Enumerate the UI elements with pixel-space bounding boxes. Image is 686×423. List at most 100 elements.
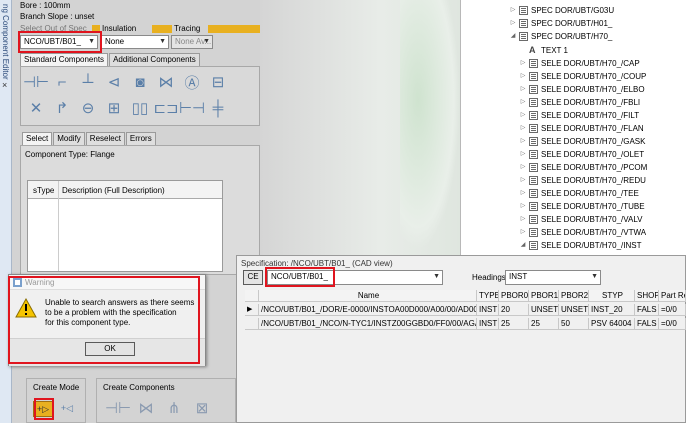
tree-item[interactable]: ▷ SELE DOR/UBT/H70_/TUBE xyxy=(519,200,685,213)
tree-item[interactable]: ▷ SELE DOR/UBT/H70_/VALV xyxy=(519,213,685,226)
table-cell[interactable]: PSV 64004 xyxy=(589,318,635,330)
insulation-combo[interactable]: None ▼ xyxy=(101,35,169,49)
selection-grid[interactable]: sType Description (Full Description) xyxy=(27,180,223,272)
table-cell[interactable]: INST_20 xyxy=(589,304,635,316)
table-cell[interactable]: FALS xyxy=(635,304,659,316)
tee-icon[interactable]: ┴ xyxy=(77,71,99,93)
expand-icon[interactable]: ▷ xyxy=(519,148,527,161)
table-cell[interactable]: INST xyxy=(477,304,499,316)
cap-icon[interactable]: ◙ xyxy=(129,71,151,93)
sele-icon xyxy=(529,163,538,172)
expand-icon[interactable]: ▷ xyxy=(519,83,527,96)
tab-modify[interactable]: Modify xyxy=(53,132,85,145)
expand-icon[interactable]: ▷ xyxy=(509,17,517,30)
tracing-combo[interactable]: None Av... ▼ xyxy=(171,35,213,49)
row-pointer-icon[interactable]: ▶ xyxy=(245,304,259,316)
olet-icon[interactable]: ⊞ xyxy=(103,97,125,119)
valve-icon[interactable]: ⋈ xyxy=(155,71,177,93)
table-cell[interactable]: 25 xyxy=(499,318,529,330)
flange-icon[interactable]: ⊣⊢ xyxy=(23,71,49,93)
expand-icon[interactable]: ▷ xyxy=(519,57,527,70)
tree-item[interactable]: ▷ SELE DOR/UBT/H70_/TEE xyxy=(519,187,685,200)
tree-item[interactable]: ▷ SELE DOR/UBT/H70_/CAP xyxy=(519,57,685,70)
expand-icon[interactable]: ▷ xyxy=(519,70,527,83)
elbow-icon[interactable]: ⌐ xyxy=(51,71,73,93)
table-cell[interactable]: INST xyxy=(477,318,499,330)
tree-item[interactable]: ▷ SELE DOR/UBT/H70_/VTWA xyxy=(519,226,685,239)
expand-icon[interactable]: ▷ xyxy=(519,96,527,109)
spacer-icon[interactable]: ╪ xyxy=(207,97,229,119)
table-cell[interactable]: /NCO/UBT/B01_/NCO/N-TYC1/INSTZ00GGBD0/FF… xyxy=(259,318,477,330)
gasket-icon[interactable]: ▯▯ xyxy=(129,97,151,119)
expand-icon[interactable]: ▷ xyxy=(519,226,527,239)
table-cell[interactable]: /NCO/UBT/B01_/DOR/E-0000/INSTOA00D000/A0… xyxy=(259,304,477,316)
tab-select[interactable]: Select xyxy=(22,132,53,145)
column-header-pbor0[interactable]: PBOR0 xyxy=(499,290,529,302)
blind-icon[interactable]: ⊏⊐ xyxy=(153,97,178,119)
sele-icon xyxy=(529,98,538,107)
create-before-icon[interactable]: +◁ xyxy=(57,401,77,417)
tree-item[interactable]: ▷ SELE DOR/UBT/H70_/PCOM xyxy=(519,161,685,174)
expand-icon[interactable]: ▷ xyxy=(509,4,517,17)
tree-item[interactable]: ▷ SELE DOR/UBT/H70_/OLET xyxy=(519,148,685,161)
tree-item[interactable]: ▷ SPEC DOR/UBT/G03U xyxy=(509,4,685,17)
create-valve-icon[interactable]: ⋈ xyxy=(135,397,157,419)
column-header-type[interactable]: TYPE xyxy=(477,290,499,302)
table-cell[interactable]: =0/0 xyxy=(659,318,686,330)
tree-item[interactable]: ▷ SELE DOR/UBT/H70_/FBLI xyxy=(519,96,685,109)
row-header[interactable] xyxy=(245,318,259,330)
table-cell[interactable]: UNSET xyxy=(529,304,559,316)
bend-icon[interactable]: ↱ xyxy=(51,97,73,119)
expand-icon[interactable]: ▷ xyxy=(519,122,527,135)
tree-item[interactable]: ▷ SELE DOR/UBT/H70_/GASK xyxy=(519,135,685,148)
table-cell[interactable]: FALS xyxy=(635,318,659,330)
expand-icon[interactable]: ▷ xyxy=(519,187,527,200)
column-header-name[interactable]: Name xyxy=(259,290,477,302)
tree-item[interactable]: ▷ SPEC DOR/UBT/H01_ xyxy=(509,17,685,30)
coupling-icon[interactable]: ⊖ xyxy=(77,97,99,119)
tab-additional-components[interactable]: Additional Components xyxy=(109,53,200,66)
create-flange-icon[interactable]: ⊣⊢ xyxy=(105,397,131,419)
spec-tree[interactable]: ▷ SPEC DOR/UBT/G03U ▷ SPEC DOR/UBT/H01_ ◢ S… xyxy=(460,0,686,260)
table-cell[interactable]: 20 xyxy=(499,304,529,316)
column-header-pbor2[interactable]: PBOR2 xyxy=(559,290,589,302)
cross-icon[interactable]: ✕ xyxy=(25,97,47,119)
tab-errors[interactable]: Errors xyxy=(125,132,156,145)
expand-icon[interactable]: ▷ xyxy=(519,135,527,148)
instrument-icon[interactable]: Ⓐ xyxy=(181,71,203,93)
close-icon[interactable]: × xyxy=(2,80,7,90)
tree-item[interactable]: ◢ SELE DOR/UBT/H70_/INST xyxy=(519,239,685,252)
ce-button[interactable]: CE xyxy=(243,270,263,285)
tab-reselect[interactable]: Reselect xyxy=(85,132,125,145)
column-header-shop[interactable]: SHOP xyxy=(635,290,659,302)
create-cross-icon[interactable]: ⊠ xyxy=(191,397,213,419)
expand-icon[interactable]: ▷ xyxy=(519,200,527,213)
headings-combo[interactable]: INST ▼ xyxy=(505,270,601,285)
tab-standard-components[interactable]: Standard Components xyxy=(20,53,109,66)
table-cell[interactable]: 50 xyxy=(559,318,589,330)
column-header-pbor1[interactable]: PBOR1 xyxy=(529,290,559,302)
column-header-styp[interactable]: STYP xyxy=(589,290,635,302)
table-cell[interactable]: UNSET xyxy=(559,304,589,316)
create-branch-icon[interactable]: ⋔ xyxy=(163,397,185,419)
chevron-down-icon: ▼ xyxy=(433,273,440,280)
expand-icon[interactable]: ▷ xyxy=(519,213,527,226)
table-cell[interactable]: =0/0 xyxy=(659,304,686,316)
column-header-part-ref[interactable]: Part Ref xyxy=(659,290,686,302)
filter-icon[interactable]: ⊟ xyxy=(207,71,229,93)
collapse-icon[interactable]: ◢ xyxy=(519,239,527,252)
union-icon[interactable]: ⊢⊣ xyxy=(179,97,205,119)
tree-item[interactable]: A TEXT 1 xyxy=(519,44,685,57)
table-cell[interactable]: 25 xyxy=(529,318,559,330)
tree-item[interactable]: ▷ SELE DOR/UBT/H70_/COUP xyxy=(519,70,685,83)
tree-item[interactable]: ▷ SELE DOR/UBT/H70_/ELBO xyxy=(519,83,685,96)
expand-icon[interactable]: ▷ xyxy=(519,161,527,174)
reducer-icon[interactable]: ⊲ xyxy=(103,71,125,93)
tree-item[interactable]: ◢ SPEC DOR/UBT/H70_ xyxy=(509,30,685,43)
expand-icon[interactable]: ▷ xyxy=(519,174,527,187)
tree-item[interactable]: ▷ SELE DOR/UBT/H70_/REDU xyxy=(519,174,685,187)
tree-item[interactable]: ▷ SELE DOR/UBT/H70_/FILT xyxy=(519,109,685,122)
collapse-icon[interactable]: ◢ xyxy=(509,30,517,43)
expand-icon[interactable]: ▷ xyxy=(519,109,527,122)
tree-item[interactable]: ▷ SELE DOR/UBT/H70_/FLAN xyxy=(519,122,685,135)
